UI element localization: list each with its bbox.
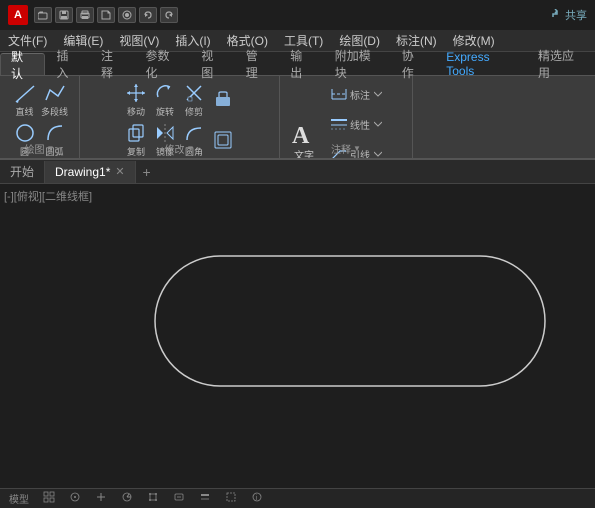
- status-object-snap[interactable]: [144, 491, 162, 506]
- tab-default[interactable]: 默认: [0, 53, 45, 75]
- leader-panel-expander[interactable]: [372, 148, 384, 160]
- canvas-svg: [0, 184, 595, 488]
- polyline-tool[interactable]: 多段线: [41, 80, 69, 120]
- ribbon-group-draw: 直线 多段线 圆 圆弧 绘图 ▼: [0, 76, 80, 158]
- tab-view[interactable]: 视图: [191, 53, 234, 75]
- status-ortho[interactable]: [92, 491, 110, 506]
- app-logo: A: [8, 5, 28, 25]
- annotate-group-label: 注释 ▼: [331, 141, 361, 156]
- tab-insert[interactable]: 插入: [47, 53, 90, 75]
- linear-dim-tool[interactable]: 标注: [328, 80, 408, 108]
- tab-express-tools[interactable]: Express Tools: [436, 53, 526, 75]
- ribbon-tabs: 默认 插入 注释 参数化 视图 管理 输出 附加模块 协作 Express To…: [0, 52, 595, 76]
- tab-featured-apps[interactable]: 精选应用: [528, 53, 593, 75]
- status-quick-properties[interactable]: i: [248, 491, 266, 506]
- title-share-button[interactable]: 共享: [549, 7, 587, 23]
- redo-icon[interactable]: [160, 7, 178, 23]
- new-tab-button[interactable]: +: [136, 161, 158, 183]
- new-icon[interactable]: [97, 7, 115, 23]
- status-snap[interactable]: [66, 491, 84, 506]
- draw-icons-row1: 直线 多段线: [11, 80, 69, 120]
- tab-output[interactable]: 输出: [280, 53, 323, 75]
- status-dynamic-input[interactable]: [170, 491, 188, 506]
- linetype-tool[interactable]: 线性: [328, 110, 408, 138]
- doc-tab-drawing1[interactable]: Drawing1* ✕: [45, 161, 136, 183]
- tab-manage[interactable]: 管理: [236, 53, 279, 75]
- doc-tab-start[interactable]: 开始: [0, 161, 45, 183]
- close-drawing1-button[interactable]: ✕: [115, 165, 124, 178]
- title-bar-icons: [34, 7, 178, 23]
- modify-icons-row1: 移动 旋转 修剪: [122, 80, 237, 120]
- copy-tool[interactable]: 复制: [122, 120, 150, 160]
- rotate-tool[interactable]: 旋转: [151, 80, 179, 120]
- status-model[interactable]: 模型: [6, 491, 32, 506]
- move-tool[interactable]: 移动: [122, 80, 150, 120]
- dim-panel-expander[interactable]: [372, 88, 384, 100]
- linetype-panel-expander[interactable]: [372, 118, 384, 130]
- status-lineweight[interactable]: [196, 491, 214, 506]
- text-tool[interactable]: A 文字: [284, 114, 324, 161]
- title-bar-left: A: [8, 5, 178, 25]
- erase-tool[interactable]: [209, 86, 237, 114]
- ribbon-group-annotate: A 文字 标注 线性: [280, 76, 413, 158]
- status-polar[interactable]: [118, 491, 136, 506]
- undo-icon[interactable]: [139, 7, 157, 23]
- draw-group-label: 绘图 ▼: [25, 141, 55, 156]
- status-transparency[interactable]: [222, 491, 240, 506]
- save-icon[interactable]: [55, 7, 73, 23]
- canvas-area[interactable]: [-][俯视][二维线框]: [0, 184, 595, 488]
- ribbon-panel: 直线 多段线 圆 圆弧 绘图 ▼: [0, 76, 595, 160]
- plot-icon[interactable]: [118, 7, 136, 23]
- tab-annotate[interactable]: 注释: [91, 53, 134, 75]
- tab-addons[interactable]: 附加模块: [325, 53, 390, 75]
- menu-modify[interactable]: 修改(M): [445, 30, 503, 51]
- offset-tool[interactable]: [209, 126, 237, 154]
- doc-tabs: 开始 Drawing1* ✕ +: [0, 160, 595, 184]
- trim-tool[interactable]: 修剪: [180, 80, 208, 120]
- tab-collaborate[interactable]: 协作: [392, 53, 435, 75]
- open-icon[interactable]: [34, 7, 52, 23]
- title-bar: A: [0, 0, 595, 30]
- status-bar: 模型 i: [0, 488, 595, 508]
- ribbon-group-modify: 移动 旋转 修剪 复制: [80, 76, 280, 158]
- modify-group-label: 修改 ▼: [165, 141, 195, 156]
- svg-text:A: A: [292, 123, 310, 149]
- print-icon[interactable]: [76, 7, 94, 23]
- line-tool[interactable]: 直线: [11, 80, 39, 120]
- status-grid[interactable]: [40, 491, 58, 506]
- tab-parametric[interactable]: 参数化: [136, 53, 190, 75]
